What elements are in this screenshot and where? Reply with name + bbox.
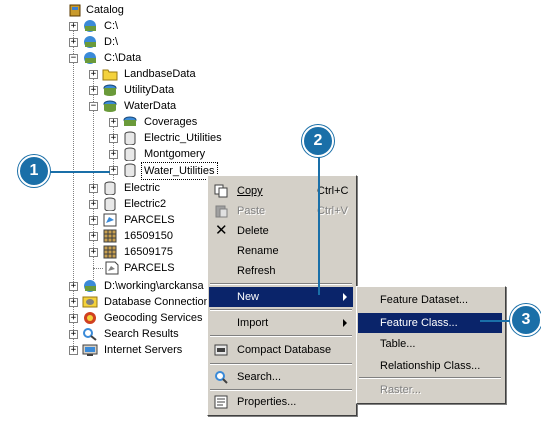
folder-icon (102, 69, 118, 81)
expand-plus-icon[interactable]: + (89, 184, 98, 193)
context-menu: Copy Ctrl+C Paste Ctrl+V ✕ Delete Rename… (207, 175, 357, 416)
database-icon (104, 181, 116, 195)
menu-item-new[interactable]: New (209, 287, 353, 307)
expand-plus-icon[interactable]: + (89, 200, 98, 209)
menu-label-paste: Paste (237, 205, 266, 217)
drive-icon (84, 20, 96, 32)
collapse-minus-icon[interactable]: − (89, 102, 98, 111)
menu-label-copy: Copy (237, 185, 263, 197)
expand-plus-icon[interactable]: + (109, 118, 118, 127)
expand-plus-icon[interactable]: + (89, 248, 98, 257)
search-icon (215, 371, 228, 384)
menu-label-new: New (237, 291, 260, 303)
collapse-minus-icon[interactable]: − (69, 54, 78, 63)
expand-plus-icon[interactable]: + (69, 22, 78, 31)
expand-plus-icon[interactable]: + (69, 330, 78, 339)
catalog-icon (69, 4, 81, 17)
expand-plus-icon[interactable]: + (89, 216, 98, 225)
database-icon (104, 197, 116, 211)
expand-plus-icon[interactable]: + (69, 282, 78, 291)
menu-item-compact-database[interactable]: Compact Database (209, 340, 353, 360)
menu-separator (210, 283, 352, 285)
database-icon (124, 163, 136, 177)
database-icon (124, 147, 136, 161)
expand-plus-icon[interactable]: + (109, 166, 118, 175)
callout-2-leader (318, 150, 320, 295)
submenu-item-feature-dataset[interactable]: Feature Dataset... (358, 290, 502, 310)
menu-label-compact: Compact Database (237, 344, 332, 356)
submenu-label-feature-class: Feature Class... (380, 317, 458, 329)
expand-plus-icon[interactable]: + (109, 150, 118, 159)
submenu-label-relationship-class: Relationship Class... (380, 360, 481, 372)
database-icon (124, 131, 136, 145)
submenu-arrow-icon (343, 293, 347, 301)
menu-label-refresh: Refresh (237, 265, 276, 277)
menu-separator (210, 309, 352, 311)
menu-label-delete: Delete (237, 225, 269, 237)
expand-plus-icon[interactable]: + (69, 298, 78, 307)
shapefile-icon (105, 261, 119, 275)
properties-icon (214, 395, 228, 409)
menu-item-paste[interactable]: Paste Ctrl+V (209, 201, 353, 221)
callout-3-leader (480, 320, 514, 322)
expand-plus-icon[interactable]: + (89, 70, 98, 79)
menu-item-refresh[interactable]: Refresh (209, 261, 353, 281)
coverage-icon (123, 116, 137, 126)
submenu-label-raster: Raster... (380, 384, 421, 396)
shortcut-paste: Ctrl+V (317, 205, 348, 217)
expand-plus-icon[interactable]: + (109, 134, 118, 143)
search-results-icon (83, 328, 97, 341)
callout-1-leader (48, 171, 110, 173)
drive-icon (84, 36, 96, 48)
paste-icon (215, 205, 228, 218)
submenu-item-feature-class[interactable]: Feature Class... (358, 313, 502, 333)
menu-separator (210, 389, 352, 391)
geocoding-icon (84, 312, 96, 324)
geodatabase-icon (103, 100, 117, 112)
expand-plus-icon[interactable]: + (89, 232, 98, 241)
delete-icon: ✕ (215, 222, 228, 239)
database-connection-icon (82, 296, 98, 308)
submenu-label-table: Table... (380, 338, 416, 350)
menu-separator (210, 363, 352, 365)
menu-label-properties: Properties... (237, 396, 297, 408)
menu-item-search[interactable]: Search... (209, 367, 353, 387)
menu-item-import[interactable]: Import (209, 313, 353, 333)
callout-3: 3 (510, 304, 541, 336)
menu-item-copy[interactable]: Copy Ctrl+C (209, 181, 353, 201)
submenu-item-raster[interactable]: Raster... (358, 380, 502, 400)
submenu-item-relationship-class[interactable]: Relationship Class... (358, 356, 502, 376)
expand-plus-icon[interactable]: + (69, 314, 78, 323)
menu-separator (359, 377, 501, 379)
menu-label-rename: Rename (237, 245, 279, 257)
submenu-arrow-icon (343, 319, 347, 327)
new-submenu: Feature Dataset... Feature Class... Tabl… (356, 286, 506, 404)
callout-1: 1 (18, 155, 50, 187)
raster-icon (103, 229, 117, 243)
copy-icon (214, 184, 228, 198)
folder-connection-icon (84, 52, 96, 64)
submenu-label-feature-dataset: Feature Dataset... (380, 294, 469, 306)
menu-label-search: Search... (237, 371, 282, 383)
drive-icon (84, 280, 96, 292)
menu-label-import: Import (237, 317, 269, 329)
submenu-item-table[interactable]: Table... (358, 334, 502, 354)
geodatabase-icon (103, 84, 117, 96)
menu-item-rename[interactable]: Rename (209, 241, 353, 261)
compact-database-icon (214, 344, 228, 356)
menu-separator (210, 335, 352, 337)
shortcut-copy: Ctrl+C (317, 185, 349, 197)
coverage-polygon-icon (103, 213, 117, 227)
menu-item-delete[interactable]: ✕ Delete (209, 221, 353, 241)
menu-item-properties[interactable]: Properties... (209, 392, 353, 412)
expand-plus-icon[interactable]: + (69, 38, 78, 47)
expand-plus-icon[interactable]: + (69, 346, 78, 355)
callout-2: 2 (302, 125, 334, 157)
raster-icon (103, 245, 117, 259)
expand-plus-icon[interactable]: + (89, 86, 98, 95)
internet-server-icon (82, 344, 98, 356)
